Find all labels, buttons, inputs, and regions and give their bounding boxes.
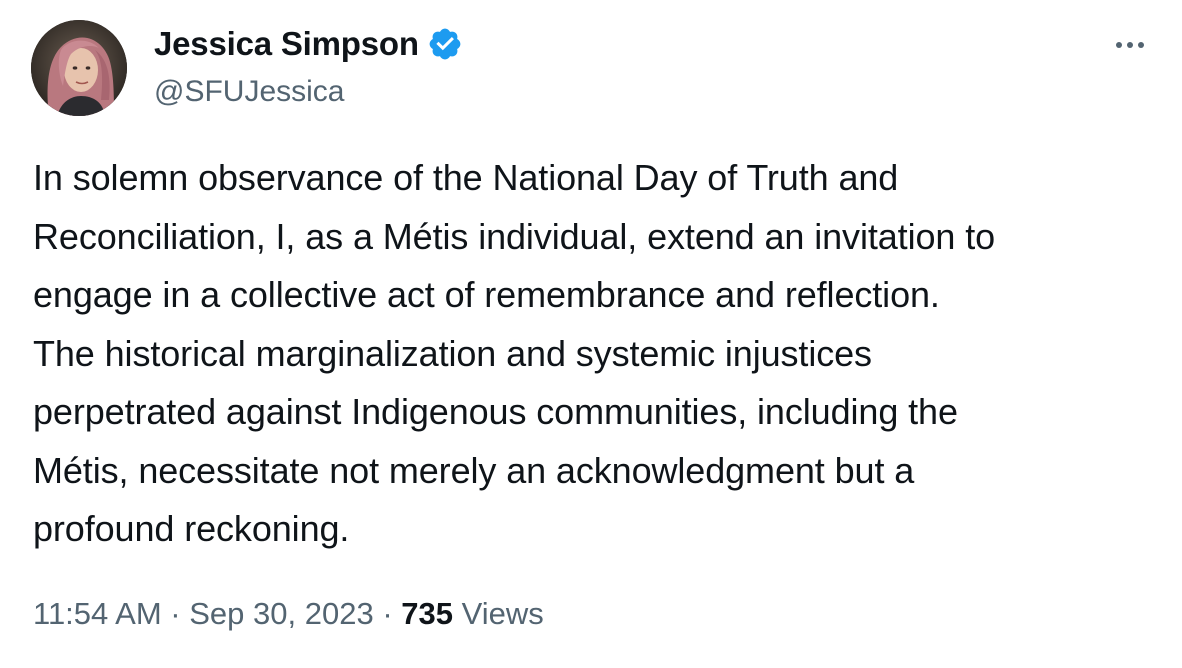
tweet-time[interactable]: 11:54 AM	[33, 596, 162, 631]
avatar[interactable]	[31, 20, 127, 116]
verified-badge-icon[interactable]	[427, 26, 463, 62]
dot-icon	[1127, 42, 1133, 48]
meta-separator: ·	[161, 596, 190, 631]
tweet-text-line: perpetrated against Indigenous communiti…	[33, 391, 958, 432]
tweet-meta: 11:54 AM · Sep 30, 2023 · 735 Views	[33, 594, 544, 634]
tweet-text-line: profound reckoning.	[33, 508, 350, 549]
author-display-name[interactable]: Jessica Simpson	[154, 24, 419, 64]
tweet-text-line: In solemn observance of the National Day…	[33, 157, 899, 198]
author-handle[interactable]: @SFUJessica	[154, 73, 345, 111]
tweet-text-line: engage in a collective act of remembranc…	[33, 274, 940, 315]
tweet-text-line: The historical marginalization and syste…	[33, 332, 872, 374]
meta-separator: ·	[373, 596, 402, 631]
dot-icon	[1116, 42, 1122, 48]
tweet-card: Jessica Simpson @SFUJessica In solemn ob…	[0, 0, 1182, 668]
views-count: 735	[401, 596, 453, 631]
tweet-text-line: Reconciliation, I, as a Métis individual…	[33, 215, 996, 257]
author-name-row: Jessica Simpson	[154, 24, 463, 64]
views-label: Views	[453, 596, 544, 631]
more-options-icon[interactable]	[1110, 30, 1150, 60]
tweet-date[interactable]: Sep 30, 2023	[189, 596, 373, 631]
dot-icon	[1138, 42, 1144, 48]
tweet-text-line: Métis, necessitate not merely an acknowl…	[33, 449, 915, 491]
avatar-photo	[31, 20, 127, 116]
tweet-text: In solemn observance of the National Day…	[33, 149, 1163, 559]
